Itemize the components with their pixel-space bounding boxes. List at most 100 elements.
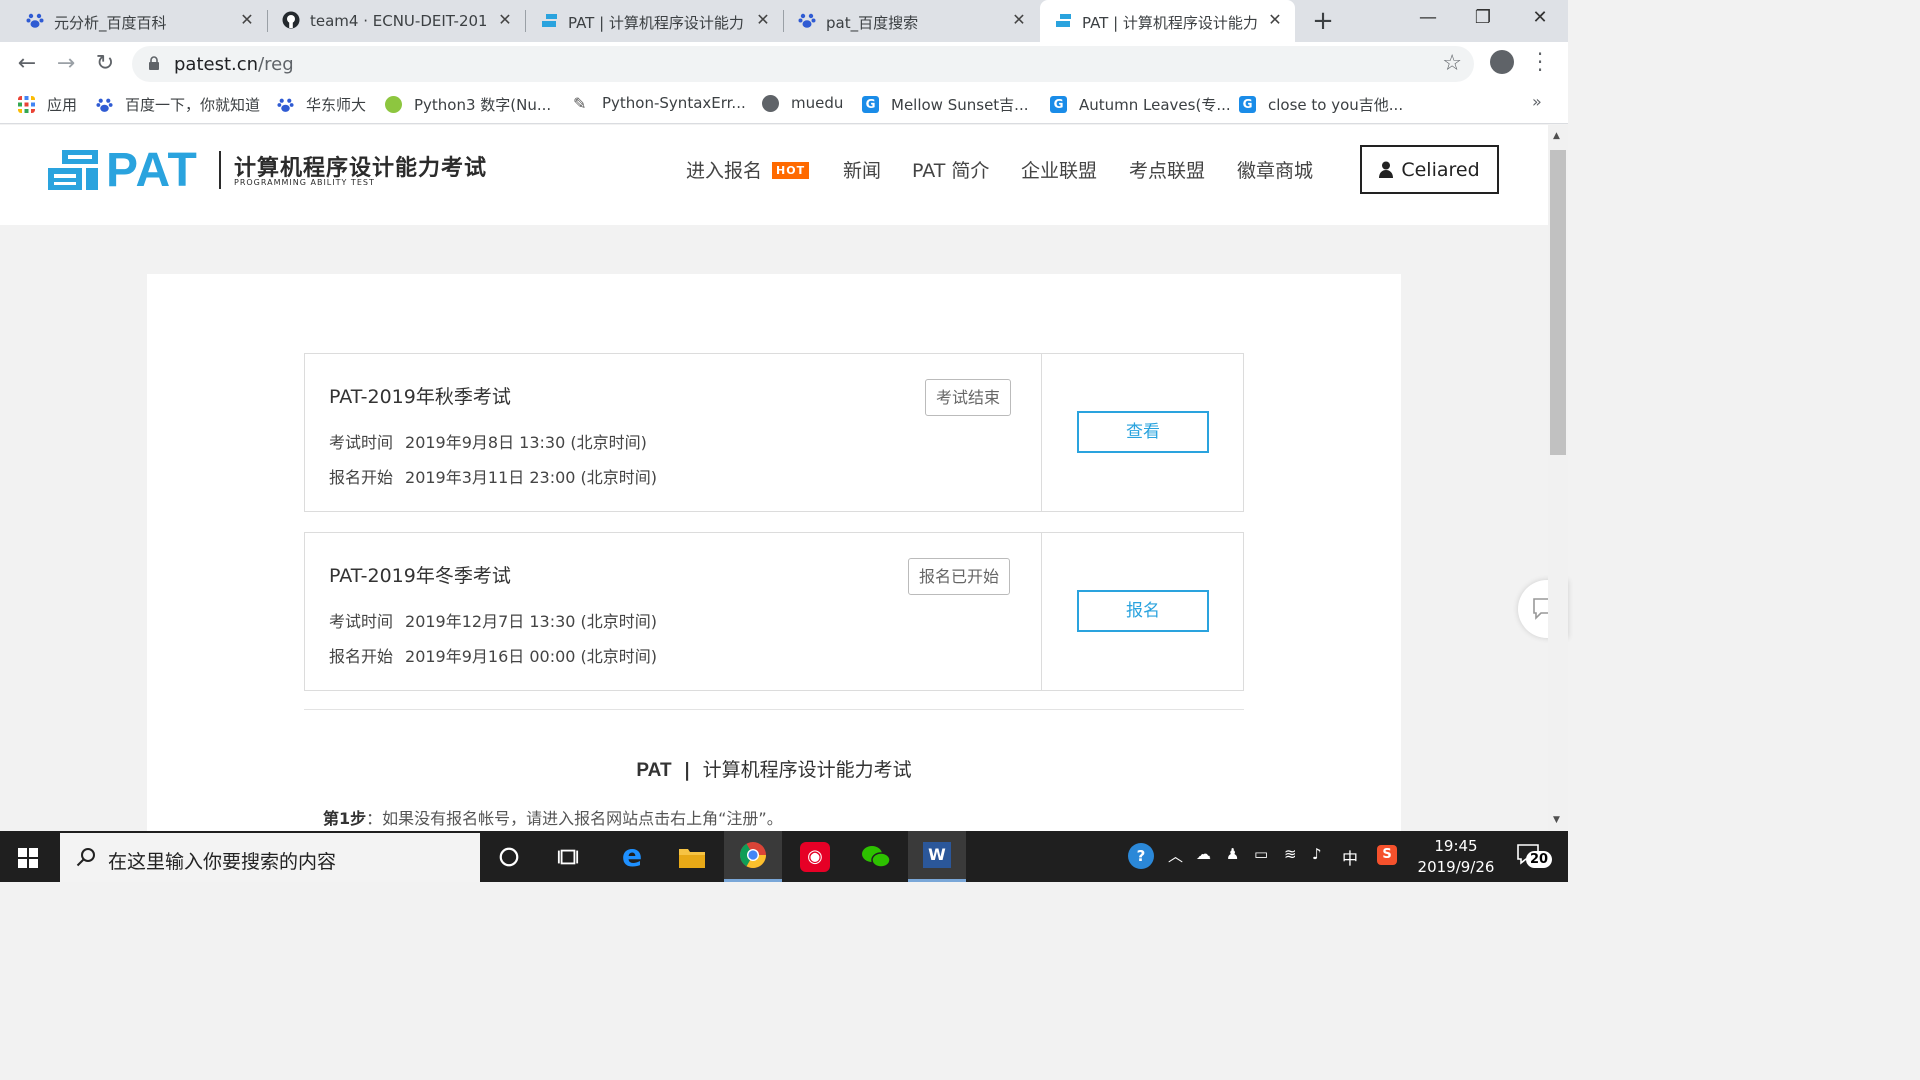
logo-text: PAT xyxy=(106,144,198,197)
tab-close-icon[interactable]: ✕ xyxy=(1010,10,1028,29)
hot-badge: HOT xyxy=(772,162,810,179)
netease-music-icon[interactable]: ◉ xyxy=(786,831,844,882)
search-placeholder: 在这里输入你要搜索的内容 xyxy=(108,851,337,873)
status-badge: 报名已开始 xyxy=(908,558,1011,595)
content-card: PAT-2019年秋季考试 考试结束 考试时间 2019年9月8日 13:30 (… xyxy=(147,274,1401,831)
apps-grid-icon xyxy=(18,96,35,113)
logo-divider xyxy=(219,151,221,189)
edge-icon[interactable]: e xyxy=(603,831,661,882)
close-icon[interactable]: ✕ xyxy=(1525,6,1555,30)
scrollbar-thumb[interactable] xyxy=(1550,150,1566,455)
back-arrow-icon[interactable]: ← xyxy=(13,50,41,78)
reg-start-label: 报名开始 xyxy=(329,647,394,666)
bookmark-muedu[interactable]: muedu xyxy=(762,94,843,112)
browser-tab-5-active[interactable]: PAT | 计算机程序设计能力考 ✕ xyxy=(1040,0,1295,42)
browser-tab-4[interactable]: pat_百度搜索 ✕ xyxy=(784,0,1040,42)
notification-center[interactable]: 20 xyxy=(1516,843,1553,871)
exam-info: PAT-2019年冬季考试 报名已开始 考试时间 2019年12月7日 13:30… xyxy=(305,533,1042,690)
taskbar-clock[interactable]: 19:45 2019/9/26 xyxy=(1414,836,1498,878)
nav-enterprise-alliance[interactable]: 企业联盟 xyxy=(1021,156,1097,183)
browser-tab-1[interactable]: 元分析_百度百科 ✕ xyxy=(0,0,268,42)
qq-icon[interactable]: ♟ xyxy=(1226,845,1239,863)
divider xyxy=(304,709,1244,710)
github-icon xyxy=(282,11,300,29)
g-square-icon: G xyxy=(862,96,879,113)
onedrive-icon[interactable]: ☁ xyxy=(1196,845,1211,863)
volume-icon[interactable]: ♪ xyxy=(1312,845,1322,863)
bookmark-label: 华东师大 xyxy=(306,96,367,114)
bookmark-star-icon[interactable]: ☆ xyxy=(1442,51,1462,76)
g-square-icon: G xyxy=(1239,96,1256,113)
bookmark-python3[interactable]: Python3 数字(Nu... xyxy=(385,94,551,115)
bookmark-autumn-leaves[interactable]: G Autumn Leaves(专... xyxy=(1050,94,1231,115)
new-tab-button[interactable]: + xyxy=(1310,6,1336,36)
exam-time-value: 2019年9月8日 13:30 (北京时间) xyxy=(405,433,647,452)
bookmark-python-syntax[interactable]: ✎ Python-SyntaxErr... xyxy=(573,94,746,112)
sogou-ime-icon[interactable]: S xyxy=(1377,845,1397,865)
profile-avatar-icon[interactable] xyxy=(1490,50,1514,74)
bookmark-ecnu[interactable]: 华东师大 xyxy=(277,94,366,115)
windows-taskbar: 在这里输入你要搜索的内容 e ◉ W ? ︿ ☁ ♟ ▭ ≋ ♪ 中 S 19:… xyxy=(0,831,1568,882)
browser-tab-2[interactable]: team4 · ECNU-DEIT-2019 ✕ xyxy=(268,0,526,42)
tab-close-icon[interactable]: ✕ xyxy=(496,10,514,29)
view-button[interactable]: 查看 xyxy=(1077,411,1209,453)
reg-start-value: 2019年9月16日 00:00 (北京时间) xyxy=(405,647,658,666)
word-icon[interactable]: W xyxy=(908,831,966,882)
restore-icon[interactable]: ❐ xyxy=(1468,6,1498,30)
reload-icon[interactable]: ↻ xyxy=(91,50,119,78)
battery-icon[interactable]: ▭ xyxy=(1254,845,1268,863)
help-tray-icon[interactable]: ? xyxy=(1128,843,1154,869)
title-separator: | xyxy=(683,759,691,781)
reg-start: 报名开始 2019年9月16日 00:00 (北京时间) xyxy=(329,643,657,667)
cortana-icon[interactable] xyxy=(480,831,538,882)
scroll-up-arrow-icon[interactable]: ▲ xyxy=(1553,131,1560,141)
task-view-icon[interactable] xyxy=(539,831,597,882)
show-hidden-icons[interactable]: ︿ xyxy=(1168,845,1183,866)
url-host: patest.cn xyxy=(174,54,259,75)
nav-test-site-alliance[interactable]: 考点联盟 xyxy=(1129,156,1205,183)
address-bar[interactable]: patest.cn/reg ☆ xyxy=(132,46,1474,82)
bookmark-mellow-sunset[interactable]: G Mellow Sunset吉... xyxy=(862,94,1028,115)
tab-close-icon[interactable]: ✕ xyxy=(1266,10,1284,29)
bookmark-label: 应用 xyxy=(47,96,78,114)
browser-tab-3[interactable]: PAT | 计算机程序设计能力考 ✕ xyxy=(526,0,784,42)
exam-time-label: 考试时间 xyxy=(329,433,394,452)
page-viewport: PAT 计算机程序设计能力考试 PROGRAMMING ABILITY TEST… xyxy=(0,125,1548,831)
taskbar-search-box[interactable]: 在这里输入你要搜索的内容 xyxy=(60,833,480,882)
wifi-icon[interactable]: ≋ xyxy=(1284,845,1297,863)
bookmarks-overflow-button[interactable]: » xyxy=(1532,92,1542,111)
windows-start-icon[interactable] xyxy=(18,848,38,868)
reg-start-label: 报名开始 xyxy=(329,468,394,487)
bookmark-baidu[interactable]: 百度一下，你就知道 xyxy=(96,94,260,115)
exam-time-value: 2019年12月7日 13:30 (北京时间) xyxy=(405,612,658,631)
file-explorer-icon[interactable] xyxy=(663,831,721,882)
logo-en-subtitle: PROGRAMMING ABILITY TEST xyxy=(234,178,375,187)
exam-card-autumn: PAT-2019年秋季考试 考试结束 考试时间 2019年9月8日 13:30 (… xyxy=(304,353,1244,512)
tab-close-icon[interactable]: ✕ xyxy=(754,10,772,29)
pat-logo-mark xyxy=(48,150,98,190)
page-scrollbar[interactable]: ▲ ▼ xyxy=(1548,125,1568,831)
baidu-paw-icon xyxy=(96,98,113,112)
nav-register[interactable]: 进入报名 HOT xyxy=(686,156,810,183)
browser-menu-icon[interactable]: · · · xyxy=(1533,44,1547,80)
register-button[interactable]: 报名 xyxy=(1077,590,1209,632)
nav-pat-intro[interactable]: PAT 简介 xyxy=(912,156,989,183)
minimize-icon[interactable]: — xyxy=(1413,6,1443,30)
csdn-icon: ✎ xyxy=(573,93,587,113)
nav-badge-store[interactable]: 徽章商城 xyxy=(1237,156,1313,183)
g-square-icon: G xyxy=(1050,96,1067,113)
scroll-down-arrow-icon[interactable]: ▼ xyxy=(1553,815,1560,825)
tab-close-icon[interactable]: ✕ xyxy=(238,10,256,29)
wechat-icon[interactable] xyxy=(847,831,905,882)
bookmark-label: Python3 数字(Nu... xyxy=(414,96,552,114)
forward-arrow-icon[interactable]: → xyxy=(52,50,80,78)
user-icon xyxy=(1379,161,1394,178)
bookmark-apps[interactable]: 应用 xyxy=(18,94,77,115)
chrome-icon[interactable] xyxy=(724,831,782,882)
baidu-paw-icon xyxy=(26,13,44,28)
user-account-button[interactable]: Celiared xyxy=(1360,145,1499,194)
status-badge: 考试结束 xyxy=(925,379,1012,416)
ime-indicator[interactable]: 中 xyxy=(1342,845,1358,869)
nav-news[interactable]: 新闻 xyxy=(843,156,881,183)
bookmark-close-to-you[interactable]: G close to you吉他... xyxy=(1239,94,1403,115)
